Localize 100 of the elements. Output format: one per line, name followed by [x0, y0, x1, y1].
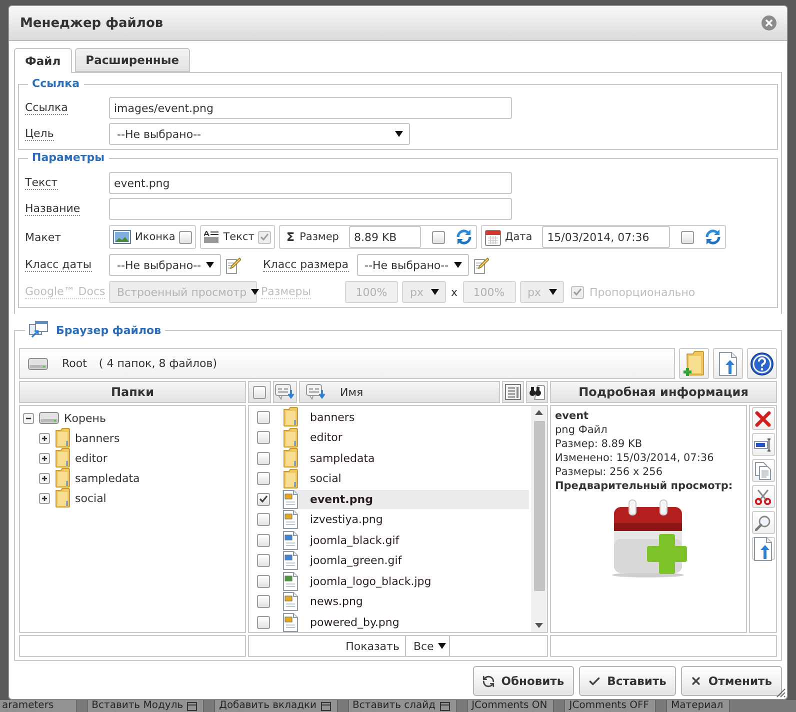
checkbox[interactable] — [257, 452, 270, 465]
folder-tree-item[interactable]: sampledata — [75, 472, 140, 484]
folder-icon — [55, 488, 70, 508]
checkbox[interactable] — [257, 513, 270, 526]
checkbox[interactable] — [681, 230, 694, 244]
collapse-icon[interactable] — [23, 412, 34, 424]
insert-button[interactable]: Вставить — [579, 666, 676, 696]
new-folder-button[interactable] — [679, 348, 709, 379]
class-select[interactable]: --Не выбрано-- — [109, 254, 221, 276]
checkbox[interactable] — [257, 574, 270, 588]
refresh-icon — [482, 674, 496, 688]
input-field[interactable] — [109, 198, 512, 220]
dimension-separator: x — [451, 286, 458, 298]
input-field[interactable]: images/event.png — [109, 97, 512, 119]
scrollbar-thumb[interactable] — [534, 421, 544, 591]
expand-icon[interactable] — [39, 472, 50, 484]
checkbox[interactable] — [257, 534, 270, 547]
target-select[interactable]: --Не выбрано-- — [109, 123, 410, 145]
expand-icon[interactable] — [39, 492, 50, 504]
field-label: Название — [25, 202, 80, 216]
dropdown-arrow-icon — [395, 131, 403, 137]
insert-file-button[interactable] — [752, 537, 774, 560]
checkbox[interactable] — [179, 230, 192, 244]
checkbox[interactable] — [257, 616, 270, 629]
option-label: Текст — [223, 231, 254, 243]
file-item[interactable]: banners — [282, 408, 529, 427]
image-file-icon — [283, 510, 298, 530]
file-item[interactable]: sampledata — [282, 448, 529, 468]
file-item[interactable]: joomla_green.gif — [282, 551, 529, 570]
size-field[interactable]: 8.89 KB — [348, 226, 421, 248]
folder-tree-item[interactable]: social — [75, 492, 106, 504]
editor-toolbar-button[interactable]: JComments ON — [466, 700, 554, 712]
sigma-sign: Σ — [286, 230, 295, 244]
file-item[interactable]: news.png — [282, 592, 529, 612]
sort-icon[interactable] — [306, 383, 326, 401]
editor-toolbar-button[interactable]: arameters — [0, 700, 77, 712]
cancel-button[interactable]: Отменить — [681, 666, 782, 696]
tab[interactable]: Файл — [14, 48, 72, 73]
magnifier-icon — [755, 514, 771, 530]
file-name: banners — [310, 410, 355, 424]
cut-button[interactable] — [752, 485, 774, 508]
file-item[interactable]: editor — [282, 428, 529, 448]
input-field[interactable]: event.png — [109, 172, 512, 194]
folder-tree-item[interactable]: banners — [75, 432, 120, 444]
file-item[interactable]: joomla_logo_black.jpg — [282, 572, 529, 591]
edit-icon[interactable] — [474, 256, 489, 274]
editor-toolbar-button[interactable]: Материал — [666, 700, 730, 712]
edit-icon[interactable] — [226, 256, 241, 274]
resize-grip-icon[interactable] — [774, 686, 786, 698]
dropdown-arrow-icon — [431, 289, 439, 295]
dropdown-arrow-icon — [438, 643, 446, 649]
editor-toolbar-button[interactable]: Вставить Модуль — [86, 700, 204, 712]
checkbox[interactable] — [257, 554, 270, 568]
expand-icon[interactable] — [39, 432, 50, 444]
view-button[interactable] — [752, 511, 774, 534]
delete-button[interactable] — [752, 407, 774, 430]
file-item[interactable]: event.png — [282, 490, 529, 509]
name-column-header[interactable]: Имя — [299, 381, 500, 403]
file-item[interactable]: joomla_black.gif — [282, 530, 529, 550]
rename-button[interactable] — [752, 433, 774, 456]
editor-toolbar-button[interactable]: JComments OFF — [564, 700, 656, 712]
calendar-icon — [484, 228, 501, 246]
close-icon[interactable] — [761, 15, 777, 31]
checkbox[interactable] — [257, 410, 270, 424]
checkbox[interactable] — [253, 386, 266, 398]
option-label: Дата — [504, 231, 532, 243]
checkbox[interactable] — [257, 431, 270, 444]
refresh-button[interactable]: Обновить — [473, 666, 574, 696]
scroll-down-icon[interactable] — [535, 623, 543, 628]
folder-icon — [55, 428, 70, 448]
folder-icon — [283, 448, 298, 468]
checkbox[interactable] — [257, 472, 270, 486]
file-item[interactable]: social — [282, 469, 529, 488]
file-item[interactable]: izvestiya.png — [282, 510, 529, 530]
class-select[interactable]: --Не выбрано-- — [356, 254, 469, 276]
upload-button[interactable] — [713, 348, 743, 379]
field-label: Google™ Docs — [25, 285, 106, 299]
checkbox[interactable] — [257, 492, 270, 506]
checkbox[interactable] — [257, 595, 270, 608]
expand-icon[interactable] — [39, 452, 50, 464]
folder-tree-item[interactable]: Корень — [64, 412, 106, 424]
scroll-up-icon[interactable] — [535, 410, 543, 415]
editor-toolbar-button[interactable]: Добавить вкладки — [214, 700, 338, 712]
date-field[interactable]: 15/03/2014, 07:36 — [542, 226, 670, 248]
help-button[interactable] — [747, 348, 777, 379]
check-icon — [588, 674, 602, 688]
close-icon — [690, 675, 702, 687]
file-item[interactable]: powered_by.png — [282, 612, 529, 632]
image-file-icon — [283, 530, 298, 550]
new-folder-icon — [683, 350, 705, 376]
scrollbar[interactable] — [531, 406, 547, 632]
scissors-icon — [755, 488, 771, 504]
file-name: sampledata — [310, 452, 375, 465]
folder-tree-item[interactable]: editor — [75, 452, 108, 464]
editor-toolbar-button[interactable]: Вставить слайд — [348, 700, 457, 712]
show-select[interactable]: Все — [405, 635, 450, 657]
tab[interactable]: Расширенные — [74, 48, 190, 72]
checkbox[interactable] — [432, 230, 445, 244]
dropdown-arrow-icon — [206, 262, 214, 268]
file-name: powered_by.png — [310, 616, 400, 629]
